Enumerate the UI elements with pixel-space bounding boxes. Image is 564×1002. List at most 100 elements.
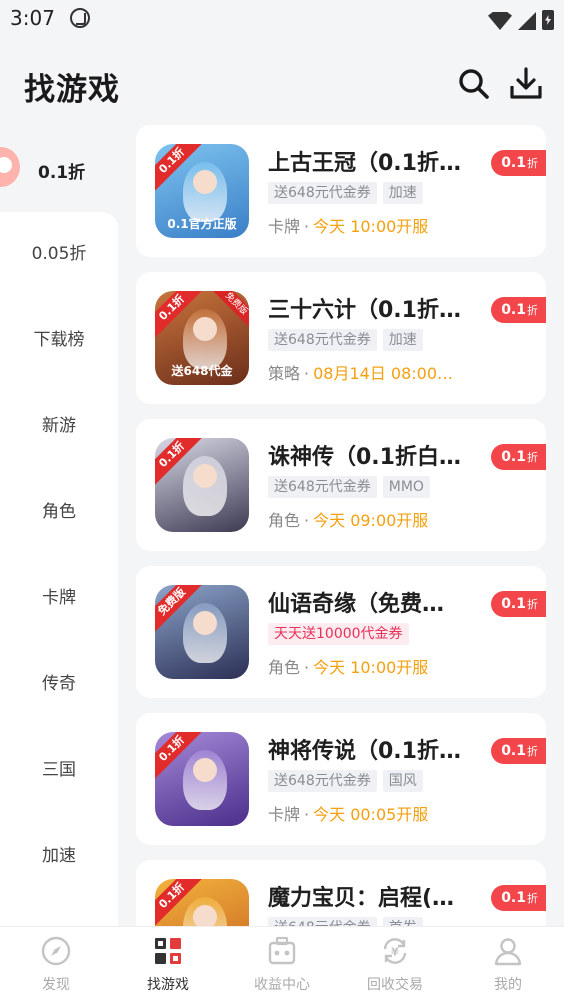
signal-icon [518, 12, 536, 30]
sidebar-item-label: 0.1折 [38, 163, 86, 183]
search-icon[interactable] [456, 66, 492, 102]
game-card[interactable]: 免费版 仙语奇缘（免费… 天天送10000代金券 角色 · 今天 10:00开服 0.… [136, 566, 546, 698]
game-meta: 角色 · 今天 10:00开服 [268, 658, 429, 677]
status-icons [488, 8, 554, 30]
download-icon[interactable] [508, 66, 544, 102]
bottom-tab-bar: 发现 找游戏 收益中心 ¥ 回收交易 我的 [0, 926, 564, 1002]
discount-value: 0.1 [501, 596, 526, 612]
sidebar-item-accelerate[interactable]: 加速 [0, 836, 118, 876]
discount-badge: 0.1折 [491, 297, 546, 323]
server-open-time: 今天 00:05开服 [313, 805, 429, 824]
status-bar: 3:07 [0, 0, 564, 40]
header: 找游戏 [0, 40, 564, 130]
tab-discover[interactable]: 发现 [0, 927, 112, 1002]
game-title: 神将传说（0.1折… [268, 739, 461, 764]
game-tag: 送648元代金券 [268, 476, 377, 498]
game-category: 卡牌 [268, 217, 301, 236]
game-icon[interactable]: 免费版 [155, 585, 249, 679]
status-time: 3:07 [10, 6, 55, 30]
sidebar-item-0.05[interactable]: 0.05折 [0, 234, 118, 274]
discount-value: 0.1 [501, 155, 526, 171]
game-meta: 角色 · 今天 09:00开服 [268, 511, 429, 530]
game-category: 卡牌 [268, 805, 301, 824]
sidebar-list: 0.05折 下载榜 新游 角色 卡牌 传奇 三国 加速 [0, 212, 118, 926]
game-meta: 卡牌 · 今天 00:05开服 [268, 805, 429, 824]
game-card[interactable]: 0.1折 免费版 送648代金 三十六计（0.1折… 送648元代金券 加速 策略 · 08… [136, 272, 546, 404]
discount-unit: 折 [527, 598, 538, 611]
recycle-icon: ¥ [383, 938, 407, 964]
server-open-time: 08月14日 08:00… [313, 364, 454, 383]
sidebar-item-role[interactable]: 角色 [0, 492, 118, 532]
wifi-icon [488, 12, 512, 30]
discount-unit: 折 [527, 745, 538, 758]
category-sidebar: 0.1折 0.05折 下载榜 新游 角色 卡牌 传奇 三国 加速 [0, 130, 118, 926]
icon-overlay-text: 送648代金 [171, 364, 233, 378]
server-open-time: 今天 10:00开服 [313, 658, 429, 677]
discount-badge: 0.1折 [491, 150, 546, 176]
battery-icon [542, 10, 554, 30]
game-icon[interactable]: 0.1折 [155, 438, 249, 532]
tab-label: 我的 [494, 977, 522, 993]
tab-mine[interactable]: 我的 [452, 927, 564, 1002]
game-icon[interactable]: 0.1折 免费版 送648代金 [155, 291, 249, 385]
discount-unit: 折 [527, 304, 538, 317]
game-tag: 天天送10000代金券 [268, 623, 409, 645]
game-tag: 加速 [382, 182, 423, 204]
discount-value: 0.1 [501, 890, 526, 906]
game-category: 策略 [268, 364, 301, 383]
game-tags: 送648元代金券 加速 [268, 182, 423, 204]
tab-earnings[interactable]: 收益中心 [226, 927, 338, 1002]
discount-badge: 0.1折 [491, 738, 546, 764]
game-tags: 送648元代金券 加速 [268, 329, 423, 351]
icon-overlay-text: 0.1官方正版 [167, 217, 237, 231]
sidebar-item-three-kingdoms[interactable]: 三国 [0, 750, 118, 790]
music-icon [70, 8, 90, 28]
discount-badge: 0.1折 [491, 591, 546, 617]
game-tag: 送648元代金券 [268, 770, 377, 792]
tab-recycle-trade[interactable]: ¥ 回收交易 [339, 927, 451, 1002]
tab-label: 回收交易 [367, 977, 423, 993]
game-title: 三十六计（0.1折… [268, 298, 461, 323]
discount-unit: 折 [527, 451, 538, 464]
sidebar-item-card[interactable]: 卡牌 [0, 578, 118, 618]
game-tag: 送648元代金券 [268, 329, 377, 351]
game-tag: 国风 [382, 770, 423, 792]
game-title: 仙语奇缘（免费… [268, 592, 445, 617]
game-title: 诛神传（0.1折白… [268, 445, 461, 470]
game-card[interactable]: 0.1折 0.1官方正版 上古王冠（0.1折… 送648元代金券 加速 卡牌 · 今天 1… [136, 125, 546, 257]
game-title: 上古王冠（0.1折… [268, 151, 461, 176]
compass-icon [41, 936, 71, 966]
discount-unit: 折 [527, 892, 538, 905]
sidebar-item-download-rank[interactable]: 下载榜 [0, 320, 118, 360]
game-card[interactable]: 0.1折 诛神传（0.1折白… 送648元代金券 MMO 角色 · 今天 09:00开服… [136, 419, 546, 551]
game-tags: 天天送10000代金券 [268, 623, 409, 645]
server-open-time: 今天 10:00开服 [313, 217, 429, 236]
sidebar-item-active[interactable]: 0.1折 [0, 130, 118, 210]
discount-value: 0.1 [501, 743, 526, 759]
sidebar-item-new-games[interactable]: 新游 [0, 406, 118, 446]
discount-value: 0.1 [501, 302, 526, 318]
tab-label: 发现 [42, 977, 70, 993]
active-indicator-icon [0, 147, 20, 187]
game-tag: 送648元代金券 [268, 182, 377, 204]
game-tag: 加速 [382, 329, 423, 351]
server-open-time: 今天 09:00开服 [313, 511, 429, 530]
user-icon [494, 938, 522, 966]
discount-badge: 0.1折 [491, 444, 546, 470]
tab-label: 收益中心 [254, 977, 310, 993]
tab-find-games[interactable]: 找游戏 [112, 927, 224, 1002]
game-title: 魔力宝贝：启程(… [268, 886, 455, 911]
svg-text:¥: ¥ [391, 946, 399, 959]
game-category: 角色 [268, 658, 301, 677]
game-icon[interactable]: 0.1折 [155, 732, 249, 826]
game-tag: MMO [382, 476, 430, 498]
grid-icon [155, 938, 181, 964]
game-tags: 送648元代金券 MMO [268, 476, 430, 498]
discount-unit: 折 [527, 157, 538, 170]
game-card[interactable]: 0.1折 神将传说（0.1折… 送648元代金券 国风 卡牌 · 今天 00:05开服 … [136, 713, 546, 845]
sidebar-item-legend[interactable]: 传奇 [0, 664, 118, 704]
game-icon[interactable]: 0.1折 0.1官方正版 [155, 144, 249, 238]
game-tags: 送648元代金券 国风 [268, 770, 423, 792]
earnings-icon [268, 936, 296, 965]
discount-value: 0.1 [501, 449, 526, 465]
